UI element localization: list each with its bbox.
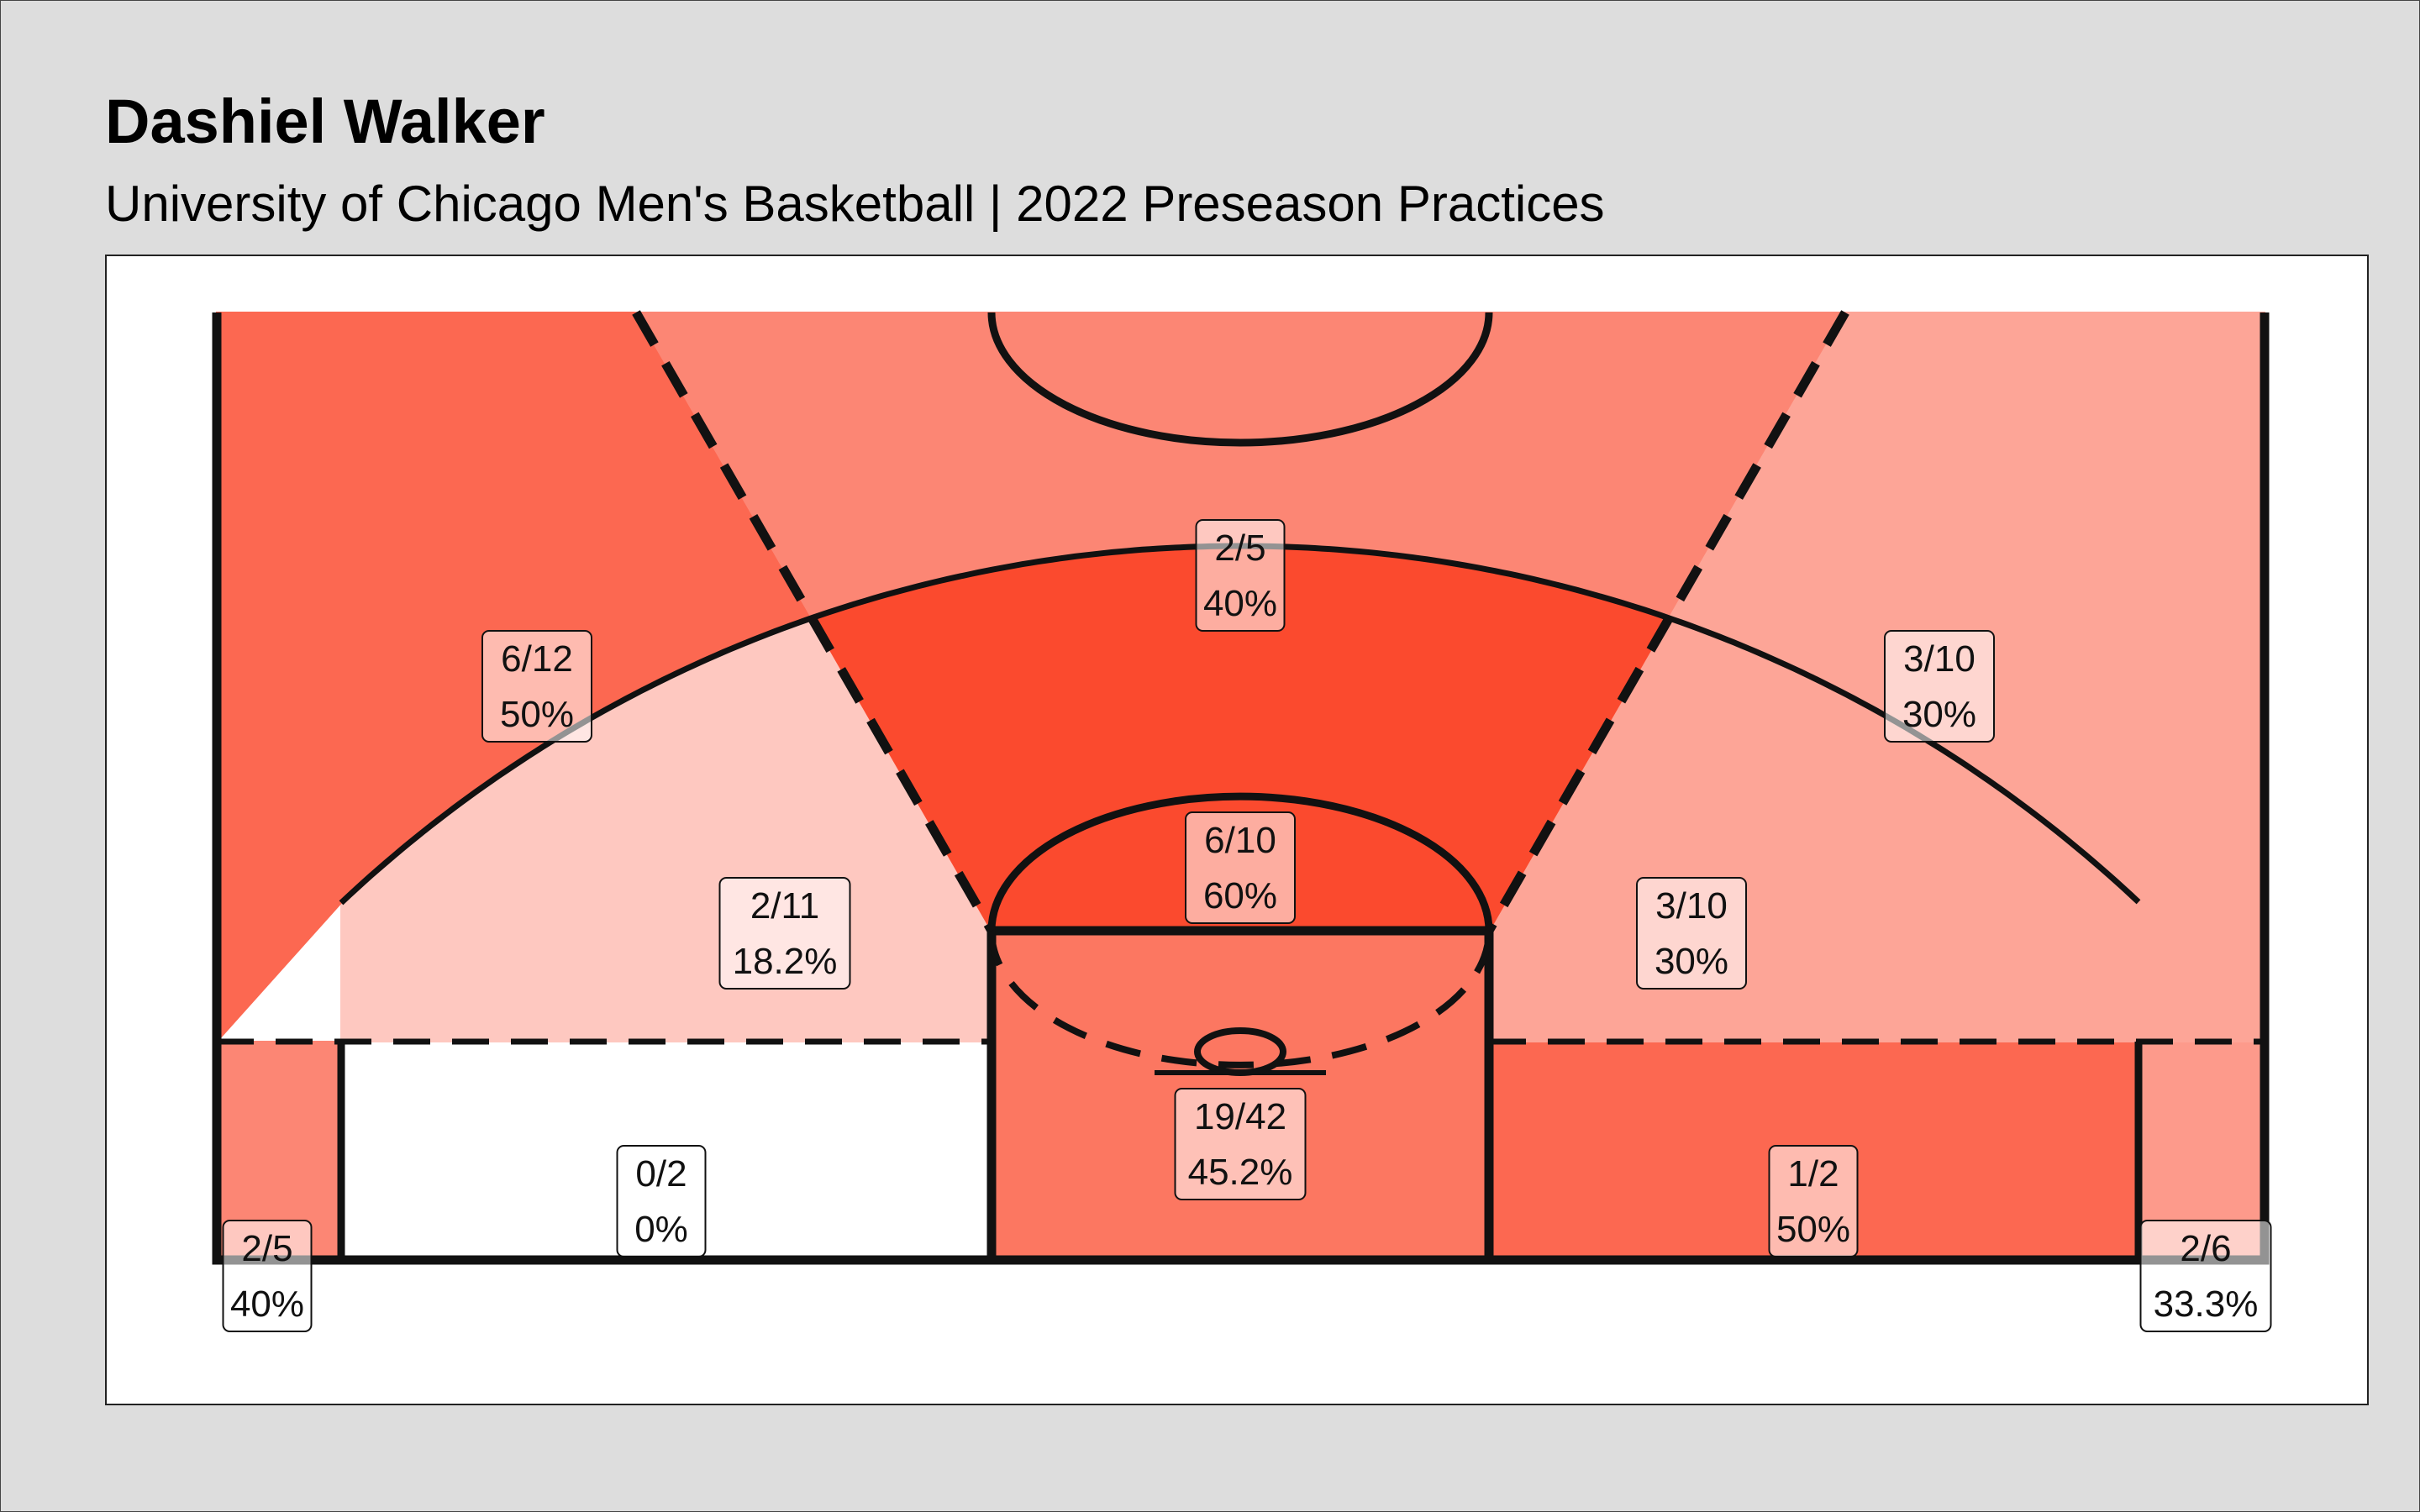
zone-label-percent: 50% (1776, 1209, 1850, 1250)
zone-label-makes: 6/12 (501, 638, 573, 680)
zone-label-makes: 1/2 (1787, 1153, 1839, 1194)
zone-label-percent: 18.2% (733, 941, 838, 982)
zone-label-percent: 33.3% (2154, 1284, 2259, 1325)
zone-label-right-wing-three: 3/10 30% (1884, 630, 1995, 743)
zone-label-percent: 40% (230, 1284, 304, 1325)
zone-label-left-corner-three: 2/540% (222, 1220, 313, 1332)
zone-label-makes: 2/11 (750, 885, 819, 927)
court-panel: 2/5 40% 0/2 0% 19/42 45.2% 1/2 50% 2/6 33.3% 2/11 1… (105, 255, 2369, 1405)
zone-label-makes: 2/6 (2180, 1228, 2231, 1269)
zone-label-left-wing-three: 6/12 50% (481, 630, 592, 743)
zone-label-percent: 50% (500, 694, 574, 735)
zone-label-makes: 6/10 (1204, 820, 1276, 861)
zone-label-paint: 19/42 45.2% (1174, 1088, 1307, 1200)
zone-label-percent: 30% (1902, 694, 1976, 735)
zone-label-top-key-two: 6/10 60% (1185, 811, 1296, 924)
zone-label-right-wing-two: 3/10 30% (1636, 877, 1747, 990)
zone-label-percent: 30% (1655, 941, 1728, 982)
zone-label-right-corner-three: 2/6 33.3% (2139, 1220, 2272, 1332)
zone-label-percent: 0% (634, 1209, 688, 1250)
zone-label-percent: 40% (1203, 583, 1277, 624)
zone-label-makes: 3/10 (1903, 638, 1975, 680)
zone-label-makes: 2/5 (241, 1228, 292, 1269)
zone-label-left-baseline-two: 0/20% (616, 1145, 707, 1257)
zone-label-makes: 3/10 (1655, 885, 1728, 927)
zone-label-makes: 2/5 (1214, 528, 1265, 569)
chart-subtitle: University of Chicago Men's Basketball |… (105, 176, 1605, 232)
chart-title: Dashiel Walker (105, 87, 545, 156)
zone-label-percent: 45.2% (1188, 1152, 1293, 1193)
zone-label-makes: 19/42 (1194, 1096, 1286, 1137)
zone-label-left-wing-two: 2/11 18.2% (718, 877, 851, 990)
zone-label-top-key-three: 2/540% (1195, 519, 1286, 632)
zone-label-percent: 60% (1203, 875, 1277, 916)
zone-label-right-baseline-two: 1/250% (1768, 1145, 1859, 1257)
shot-chart: 2/540%0/20%19/4245.2% 1/250% 2/633.3%2/111… (212, 310, 2272, 1332)
zone-label-makes: 0/2 (635, 1153, 687, 1194)
